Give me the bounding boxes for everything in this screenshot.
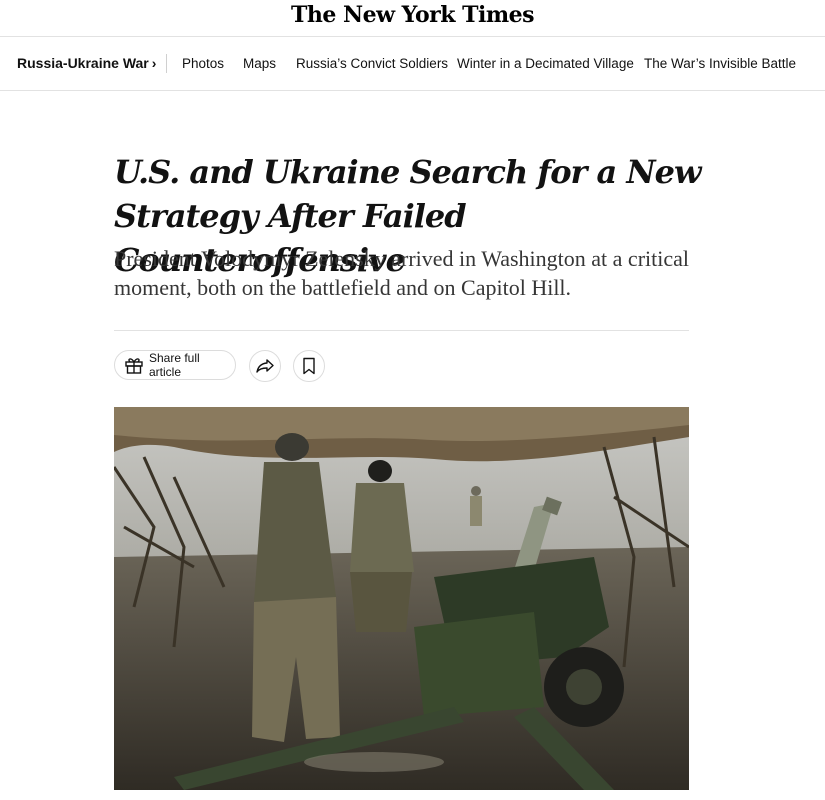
- share-button[interactable]: [249, 350, 281, 382]
- nav-link-decimated-village[interactable]: Winter in a Decimated Village: [457, 56, 634, 71]
- share-full-article-button[interactable]: Share full article: [114, 350, 236, 380]
- section-nav: Russia-Ukraine War › Photos Maps Russia’s…: [0, 37, 825, 91]
- nav-link-photos[interactable]: Photos: [182, 56, 224, 71]
- artillery-photo-illustration: [114, 407, 689, 790]
- lead-photo: [114, 407, 689, 790]
- chevron-right-icon: ›: [151, 55, 157, 71]
- article-summary: President Volodymyr Zelensky arrived in …: [114, 246, 689, 300]
- nav-section-link[interactable]: Russia-Ukraine War ›: [17, 55, 156, 71]
- gift-icon: [125, 358, 143, 374]
- nav-section-label: Russia-Ukraine War: [17, 55, 149, 71]
- save-button[interactable]: [293, 350, 325, 382]
- top-bar: The New York Times: [0, 0, 825, 37]
- nav-link-convict-soldiers[interactable]: Russia’s Convict Soldiers: [296, 56, 448, 71]
- nav-link-maps[interactable]: Maps: [243, 56, 276, 71]
- nav-divider: [166, 54, 167, 73]
- header-divider: [114, 330, 689, 331]
- bookmark-icon: [303, 357, 315, 375]
- nav-link-invisible-battle[interactable]: The War’s Invisible Battle: [644, 56, 796, 71]
- share-button-label: Share full article: [148, 351, 200, 379]
- masthead-logo[interactable]: The New York Times: [0, 2, 825, 28]
- share-arrow-icon: [256, 359, 274, 373]
